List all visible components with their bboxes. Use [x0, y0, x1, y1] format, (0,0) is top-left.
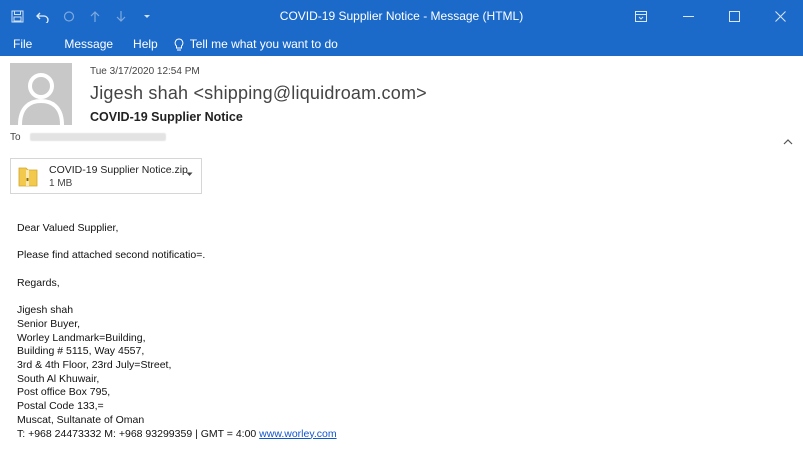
website-link[interactable]: www.worley.com: [259, 428, 336, 440]
ribbon-display-options-icon[interactable]: [621, 0, 661, 32]
sender[interactable]: Jigesh shah <shipping@liquidroam.com>: [90, 83, 427, 104]
signature-line: Postal Code 133,=: [17, 400, 104, 413]
save-icon[interactable]: [6, 5, 28, 27]
contact-text: T: +968 24473332 M: +968 93299359 | GMT …: [17, 427, 260, 440]
to-label: To: [10, 132, 21, 143]
signature-line: South Al Khuwair,: [17, 372, 100, 385]
signature-line: Muscat, Sultanate of Oman: [17, 413, 145, 426]
maximize-icon[interactable]: [711, 0, 757, 32]
signature-line: Post office Box 795,: [17, 386, 111, 399]
attachment-size: 1 MB: [49, 178, 73, 189]
attachment-card[interactable]: COVID-19 Supplier Notice.zip 1 MB: [10, 158, 202, 194]
tab-file[interactable]: File: [0, 32, 54, 56]
signature-line: Worley Landmark=Building,: [17, 331, 146, 344]
customize-icon[interactable]: [136, 5, 158, 27]
tell-me-label: Tell me what you want to do: [189, 37, 338, 51]
tab-help[interactable]: Help: [123, 32, 168, 56]
signature-line: Senior Buyer,: [17, 317, 81, 330]
message-body: Dear Valued Supplier, Please find attach…: [17, 222, 337, 441]
tab-message[interactable]: Message: [54, 32, 123, 56]
attachment-name: COVID-19 Supplier Notice.zip: [49, 164, 188, 176]
close-icon[interactable]: [757, 0, 803, 32]
lightbulb-icon: [174, 37, 184, 50]
arrow-down-icon[interactable]: [110, 5, 132, 27]
window-controls: [621, 0, 803, 32]
quick-access-toolbar: [0, 0, 158, 32]
greeting: Dear Valued Supplier,: [17, 222, 119, 234]
minimize-icon[interactable]: [665, 0, 711, 32]
message-datetime: Tue 3/17/2020 12:54 PM: [90, 66, 200, 77]
avatar: [10, 63, 72, 125]
tell-me-search[interactable]: Tell me what you want to do: [168, 32, 338, 56]
title-bar: COVID-19 Supplier Notice - Message (HTML…: [0, 0, 803, 32]
to-recipient-redacted[interactable]: [30, 133, 166, 141]
redo-icon[interactable]: [58, 5, 80, 27]
signature-line: Jigesh shah: [17, 304, 74, 317]
signature-line: Building # 5115, Way 4557,: [17, 345, 145, 358]
regards: Regards,: [17, 276, 60, 289]
contact-line: T: +968 24473332 M: +968 93299359 | GMT …: [17, 428, 337, 442]
arrow-up-icon[interactable]: [84, 5, 106, 27]
signature-line: 3rd & 4th Floor, 23rd July=Street,: [17, 358, 172, 371]
body-line: Please find attached second notificatio=…: [17, 249, 206, 262]
undo-icon[interactable]: [32, 5, 54, 27]
zip-file-icon: [18, 167, 38, 187]
collapse-header-icon[interactable]: [781, 134, 795, 148]
ribbon-tabs: File Message Help Tell me what you want …: [0, 32, 803, 56]
chevron-down-icon[interactable]: [186, 169, 193, 179]
message-subject: COVID-19 Supplier Notice: [90, 110, 243, 124]
